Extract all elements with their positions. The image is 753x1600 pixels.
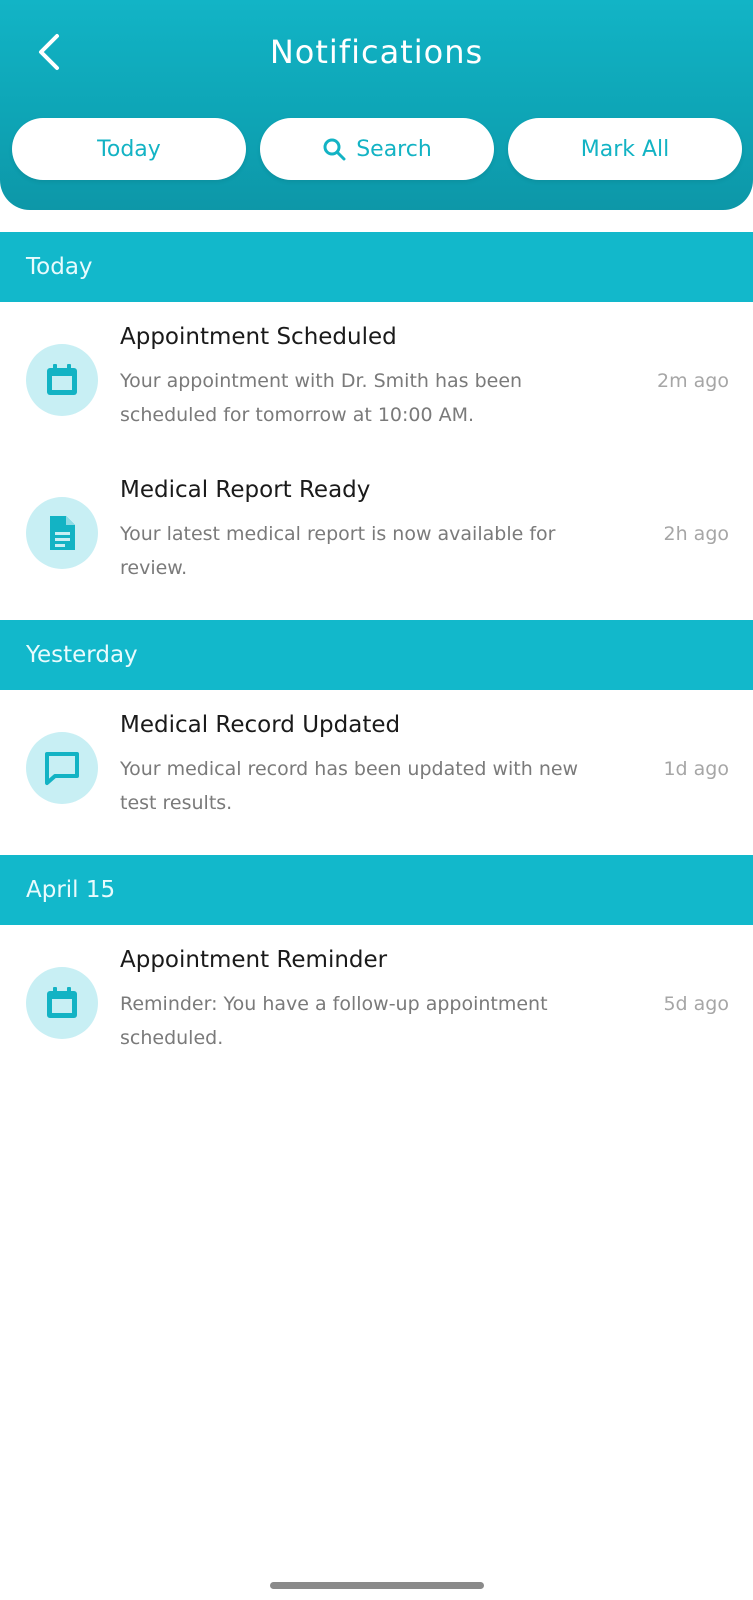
notification-title: Appointment Reminder bbox=[120, 947, 388, 973]
notification-time: 1d ago bbox=[663, 758, 729, 780]
notification-time: 2h ago bbox=[663, 523, 730, 545]
notification-time: 5d ago bbox=[663, 993, 729, 1015]
notification-time: 2m ago bbox=[657, 370, 729, 392]
notification-icon-badge bbox=[26, 497, 98, 569]
section-header-april-15: April 15 bbox=[0, 855, 753, 925]
document-icon bbox=[50, 516, 75, 550]
header-bar: Notifications Today Search Mark All bbox=[0, 0, 753, 210]
section-header-today: Today bbox=[0, 232, 753, 302]
today-filter-label: Today bbox=[97, 136, 161, 162]
search-icon bbox=[323, 138, 346, 161]
notification-title: Appointment Scheduled bbox=[120, 324, 397, 350]
notification-title: Medical Record Updated bbox=[120, 712, 401, 738]
calendar-icon bbox=[47, 987, 77, 1018]
notification-body: Your latest medical report is now availa… bbox=[120, 523, 556, 579]
search-button[interactable]: Search bbox=[260, 118, 494, 180]
today-filter-button[interactable]: Today bbox=[12, 118, 246, 180]
notification-body: Reminder: You have a follow-up appointme… bbox=[120, 993, 548, 1049]
home-indicator[interactable] bbox=[270, 1582, 484, 1589]
notification-item[interactable]: Medical Record Updated Your medical reco… bbox=[0, 690, 753, 840]
notification-icon-badge bbox=[26, 344, 98, 416]
section-label: Yesterday bbox=[26, 642, 138, 668]
notification-item[interactable]: Appointment Scheduled Your appointment w… bbox=[0, 302, 753, 452]
notification-item[interactable]: Medical Report Ready Your latest medical… bbox=[0, 455, 753, 605]
notification-body: Your appointment with Dr. Smith has been… bbox=[120, 370, 523, 426]
notification-item[interactable]: Appointment Reminder Reminder: You have … bbox=[0, 925, 753, 1075]
section-header-yesterday: Yesterday bbox=[0, 620, 753, 690]
notification-icon-badge bbox=[26, 967, 98, 1039]
mark-all-label: Mark All bbox=[580, 136, 670, 162]
page-title: Notifications bbox=[269, 33, 484, 71]
section-label: April 15 bbox=[26, 877, 116, 903]
search-label: Search bbox=[356, 136, 432, 162]
notification-icon-badge bbox=[26, 732, 98, 804]
calendar-icon bbox=[47, 364, 77, 395]
mark-all-button[interactable]: Mark All bbox=[508, 118, 742, 180]
notification-body: Your medical record has been updated wit… bbox=[120, 758, 579, 814]
section-label: Today bbox=[26, 254, 93, 280]
notification-title: Medical Report Ready bbox=[120, 477, 371, 503]
message-icon bbox=[45, 752, 79, 785]
